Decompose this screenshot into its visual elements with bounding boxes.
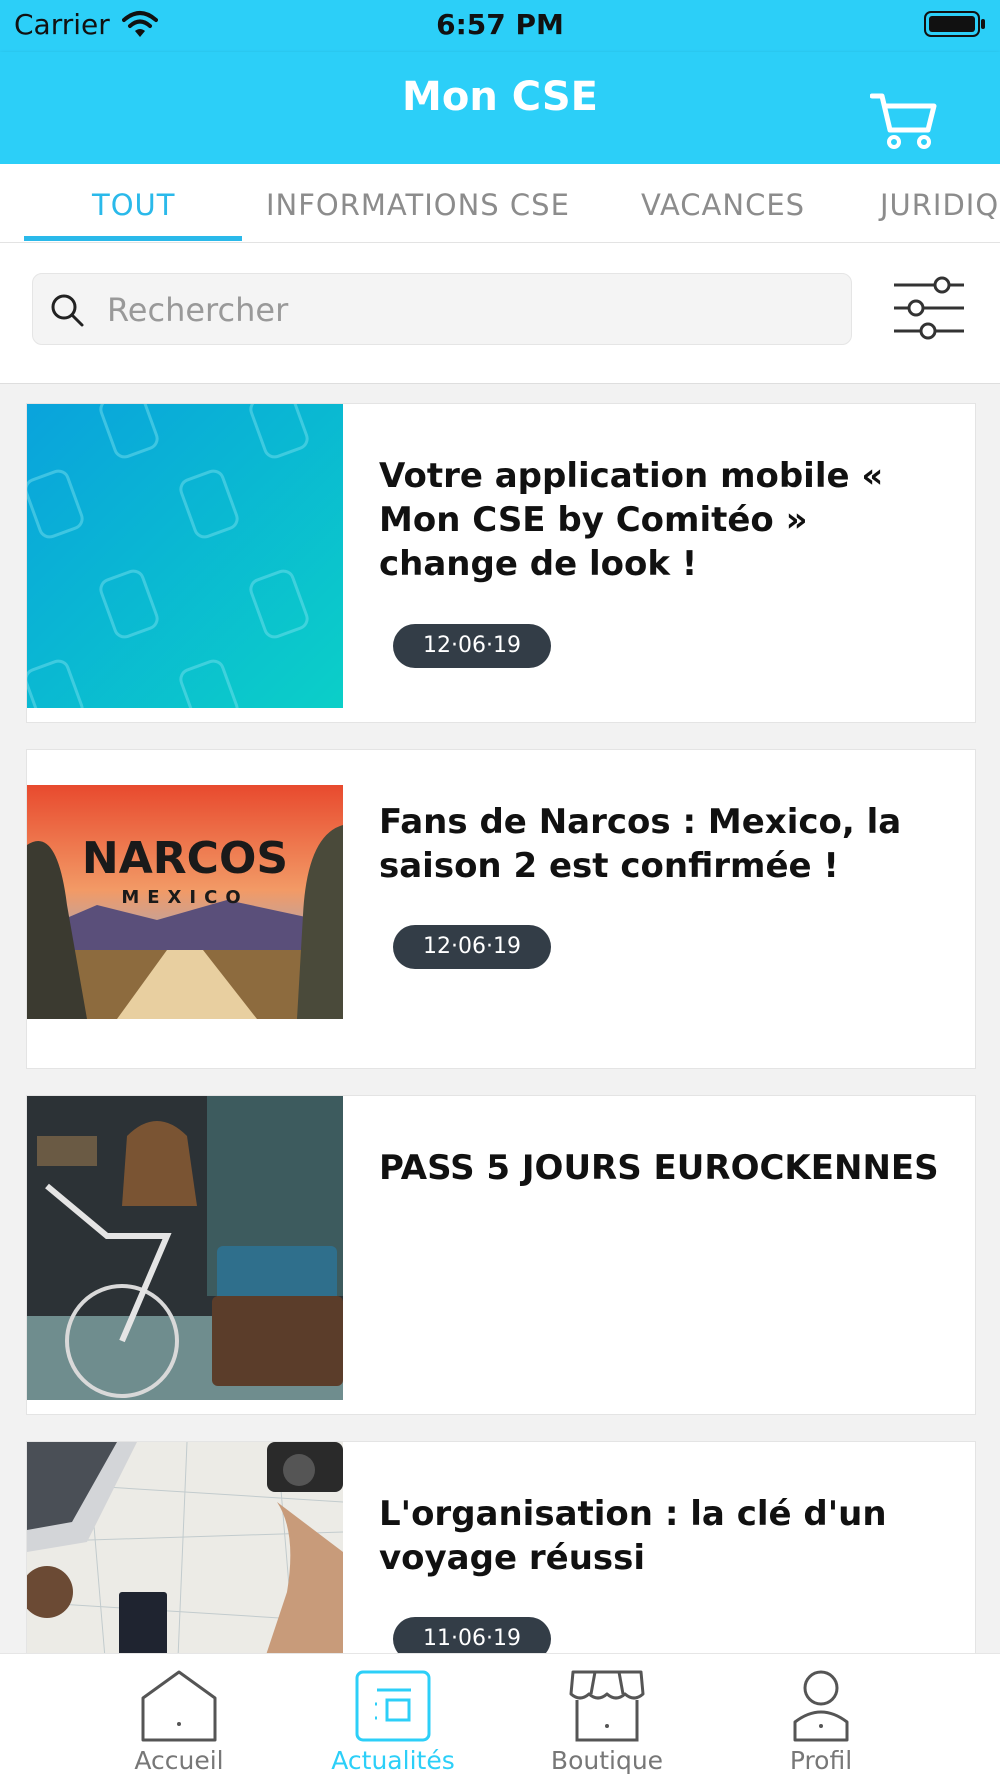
profile-icon bbox=[793, 1670, 849, 1742]
nav-profil[interactable]: Profil bbox=[741, 1668, 901, 1775]
nav-actualites[interactable]: Actualités bbox=[313, 1668, 473, 1775]
nav-accueil[interactable]: Accueil bbox=[99, 1668, 259, 1775]
article-thumbnail bbox=[27, 1096, 343, 1400]
status-bar: Carrier 6:57 PM bbox=[0, 0, 1000, 52]
article-card[interactable]: PASS 5 JOURS EUROCKENNES bbox=[26, 1095, 976, 1415]
poster-subtitle: MEXICO bbox=[121, 887, 248, 908]
article-title: Votre application mobile « Mon CSE by Co… bbox=[379, 456, 884, 584]
active-tab-indicator bbox=[24, 236, 242, 241]
article-thumbnail bbox=[27, 404, 343, 708]
nav-label: Profil bbox=[789, 1746, 853, 1775]
article-title: PASS 5 JOURS EUROCKENNES bbox=[379, 1148, 939, 1188]
page-title: Mon CSE bbox=[402, 74, 598, 120]
home-icon bbox=[141, 1670, 217, 1742]
article-title: L'organisation : la clé d'un voyage réus… bbox=[379, 1494, 887, 1578]
article-card[interactable]: Votre application mobile « Mon CSE by Co… bbox=[26, 403, 976, 723]
search-icon bbox=[51, 294, 84, 327]
nav-label: Accueil bbox=[134, 1746, 224, 1775]
article-card[interactable]: NARCOS MEXICO Fans de Narcos : Mexico, l… bbox=[26, 749, 976, 1069]
tab-vacances[interactable]: VACANCES bbox=[641, 188, 805, 222]
sliders-icon[interactable] bbox=[892, 273, 966, 343]
article-title: Fans de Narcos : Mexico, la saison 2 est… bbox=[379, 802, 902, 886]
clock: 6:57 PM bbox=[436, 8, 564, 41]
article-card[interactable]: L'organisation : la clé d'un voyage réus… bbox=[26, 1441, 976, 1683]
tab-juridique[interactable]: JURIDIQUE bbox=[880, 188, 1000, 222]
search-area bbox=[0, 243, 1000, 384]
article-thumbnail bbox=[27, 1442, 343, 1682]
nav-label: Actualités bbox=[331, 1746, 455, 1775]
nav-boutique[interactable]: Boutique bbox=[527, 1668, 687, 1775]
date-badge: 12·06·19 bbox=[393, 925, 551, 969]
tab-informations-cse[interactable]: INFORMATIONS CSE bbox=[266, 188, 570, 222]
article-thumbnail: NARCOS MEXICO bbox=[27, 785, 343, 1019]
tab-tout[interactable]: TOUT bbox=[92, 188, 175, 222]
category-tabs: TOUT INFORMATIONS CSE VACANCES JURIDIQUE bbox=[0, 164, 1000, 243]
nav-label: Boutique bbox=[550, 1746, 664, 1775]
news-icon bbox=[355, 1670, 431, 1742]
poster-title: NARCOS bbox=[82, 833, 288, 884]
search-box bbox=[32, 273, 852, 346]
app-header: Mon CSE bbox=[0, 52, 1000, 164]
bottom-nav: Accueil Actualités Boutique Profil bbox=[0, 1654, 1000, 1778]
date-badge: 12·06·19 bbox=[393, 624, 551, 668]
shop-icon bbox=[569, 1670, 645, 1742]
cart-icon[interactable] bbox=[870, 92, 938, 150]
search-input[interactable] bbox=[105, 274, 829, 346]
battery-icon bbox=[924, 11, 985, 37]
